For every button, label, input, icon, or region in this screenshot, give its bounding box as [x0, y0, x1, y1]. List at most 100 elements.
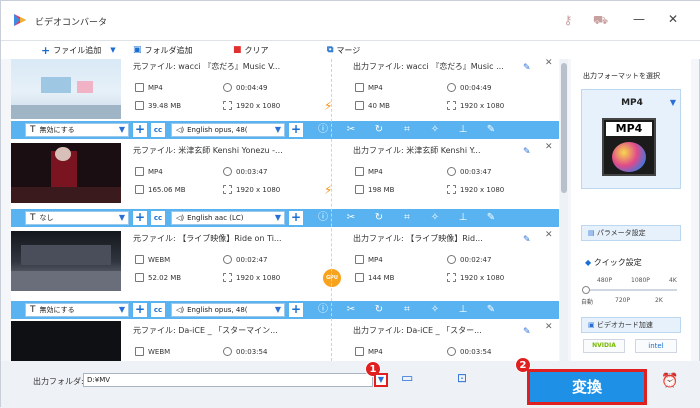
arrow-icon: ◆ [585, 258, 594, 267]
add-file-label: ファイル追加 [53, 45, 102, 55]
source-size: 39.48 MB [135, 101, 181, 110]
quality-slider-handle[interactable] [582, 286, 590, 294]
clock-icon [447, 167, 456, 176]
edit-output-name-icon[interactable]: ✎ [523, 63, 531, 73]
size-value: 198 MB [368, 185, 395, 194]
subtitle-select[interactable]: T 無効にする ▼ [25, 303, 129, 317]
format-selector[interactable]: MP4 ▼ MP4 [581, 89, 681, 189]
cart-icon[interactable]: ⛟ [593, 13, 608, 27]
info-icon[interactable]: ⓘ [317, 212, 329, 224]
add-subtitle-button[interactable]: + [133, 123, 147, 137]
edit-output-name-icon[interactable]: ✎ [523, 147, 531, 157]
rotate-icon[interactable]: ↻ [373, 124, 385, 136]
subtitle-select[interactable]: T 無効にする ▼ [25, 123, 129, 137]
watermark-icon[interactable]: ⊥ [457, 212, 469, 224]
convert-button[interactable]: 変換 [527, 369, 647, 405]
effects-icon[interactable]: ✧ [429, 304, 441, 316]
quality-1080p: 1080P [631, 277, 650, 284]
source-duration: 00:02:47 [223, 255, 267, 264]
resolution-icon [223, 185, 232, 194]
quality-720p: 720P [615, 297, 631, 304]
output-folder-input[interactable] [83, 373, 373, 387]
info-icon[interactable]: ⓘ [317, 304, 329, 316]
video-thumbnail[interactable] [11, 321, 121, 361]
remove-item-icon[interactable]: ✕ [545, 230, 553, 240]
format-value: MP4 [368, 167, 383, 176]
quality-labels-top: 480P 1080P 4K [583, 277, 679, 287]
add-file-button[interactable]: + ファイル追加 ▼ [41, 43, 116, 57]
add-folder-button[interactable]: ▣ フォルダ追加 [133, 43, 193, 57]
watermark-icon[interactable]: ⊥ [457, 124, 469, 136]
close-window-button[interactable]: ✕ [665, 11, 681, 27]
remove-item-icon[interactable]: ✕ [545, 59, 553, 68]
add-subtitle-button[interactable]: + [133, 211, 147, 225]
alarm-clock-icon[interactable]: ⏰ [661, 373, 678, 389]
edit-output-name-icon[interactable]: ✎ [523, 235, 531, 245]
remove-item-icon[interactable]: ✕ [545, 142, 553, 152]
resolution-icon [223, 101, 232, 110]
parameter-settings-button[interactable]: ▤ パラメータ設定 [581, 225, 681, 241]
chevron-down-icon: ▼ [274, 213, 281, 222]
source-resolution: 1920 x 1080 [223, 185, 280, 194]
audio-track-select[interactable]: ◁) English aac (LC) ▼ [171, 211, 285, 225]
rotate-icon[interactable]: ↻ [373, 212, 385, 224]
crop-icon[interactable]: ⌗ [401, 124, 413, 136]
subtitle-cc-button[interactable]: cc [151, 123, 165, 137]
add-audio-button[interactable]: + [289, 303, 303, 317]
gpu-accel-toggle[interactable]: ▣ ビデオカード加速 [581, 317, 681, 333]
effects-icon[interactable]: ✧ [429, 212, 441, 224]
folder-export-icon[interactable]: ⊡ [457, 371, 467, 385]
merge-button[interactable]: ⧉ マージ [327, 43, 360, 57]
add-audio-button[interactable]: + [289, 211, 303, 225]
quick-settings-text: クイック設定 [593, 258, 642, 267]
open-folder-icon[interactable]: ▭ [401, 371, 413, 386]
quality-4k: 4K [669, 277, 677, 284]
effects-icon[interactable]: ✧ [429, 124, 441, 136]
edit-output-name-icon[interactable]: ✎ [523, 327, 531, 337]
subtitle-edit-icon[interactable]: ✎ [485, 304, 497, 316]
scrollbar[interactable] [560, 59, 568, 361]
quality-slider[interactable] [582, 286, 677, 294]
file-list: 元ファイル: wacci 『恋だろ』Music V... MP4 00:04:4… [11, 59, 559, 361]
settings-icon: ▤ [588, 229, 597, 237]
chevron-down-icon[interactable]: ▼ [110, 46, 115, 54]
add-subtitle-button[interactable]: + [133, 303, 147, 317]
merge-label: マージ [336, 45, 361, 55]
video-thumbnail[interactable] [11, 59, 121, 119]
cut-icon[interactable]: ✂ [345, 124, 357, 136]
subtitle-cc-button[interactable]: cc [151, 303, 165, 317]
subtitle-select[interactable]: T なし ▼ [25, 211, 129, 225]
crop-icon[interactable]: ⌗ [401, 304, 413, 316]
subtitle-cc-button[interactable]: cc [151, 211, 165, 225]
info-icon[interactable]: ⓘ [317, 124, 329, 136]
watermark-icon[interactable]: ⊥ [457, 304, 469, 316]
audio-track-select[interactable]: ◁) English opus, 48(▼ [171, 303, 285, 317]
clock-icon [223, 167, 232, 176]
column-divider [331, 59, 332, 361]
text-icon: T [30, 305, 36, 315]
minimize-button[interactable]: — [631, 11, 647, 27]
quality-2k: 2K [655, 297, 663, 304]
output-filename: 出力ファイル: wacci 『恋だろ』Music ... [353, 62, 504, 71]
key-icon[interactable]: ⚷ [561, 13, 575, 27]
audio-track-select[interactable]: ◁) English opus, 48(▼ [171, 123, 285, 137]
remove-item-icon[interactable]: ✕ [545, 322, 553, 332]
video-thumbnail[interactable] [11, 143, 121, 203]
rotate-icon[interactable]: ↻ [373, 304, 385, 316]
quality-480p: 480P [597, 277, 613, 284]
scrollbar-thumb[interactable] [561, 63, 567, 193]
output-duration: 00:03:54 [447, 347, 491, 356]
subtitle-edit-icon[interactable]: ✎ [485, 124, 497, 136]
add-audio-button[interactable]: + [289, 123, 303, 137]
file-size-icon [135, 273, 144, 282]
subtitle-edit-icon[interactable]: ✎ [485, 212, 497, 224]
cut-icon[interactable]: ✂ [345, 304, 357, 316]
clear-button[interactable]: ■ クリア [233, 43, 269, 57]
duration-value: 00:04:49 [460, 83, 492, 92]
folder-dropdown-button[interactable]: ▼ [374, 373, 388, 387]
selected-format: MP4 [621, 98, 643, 108]
output-format: MP4 [355, 255, 383, 264]
cut-icon[interactable]: ✂ [345, 212, 357, 224]
crop-icon[interactable]: ⌗ [401, 212, 413, 224]
video-thumbnail[interactable] [11, 231, 121, 291]
